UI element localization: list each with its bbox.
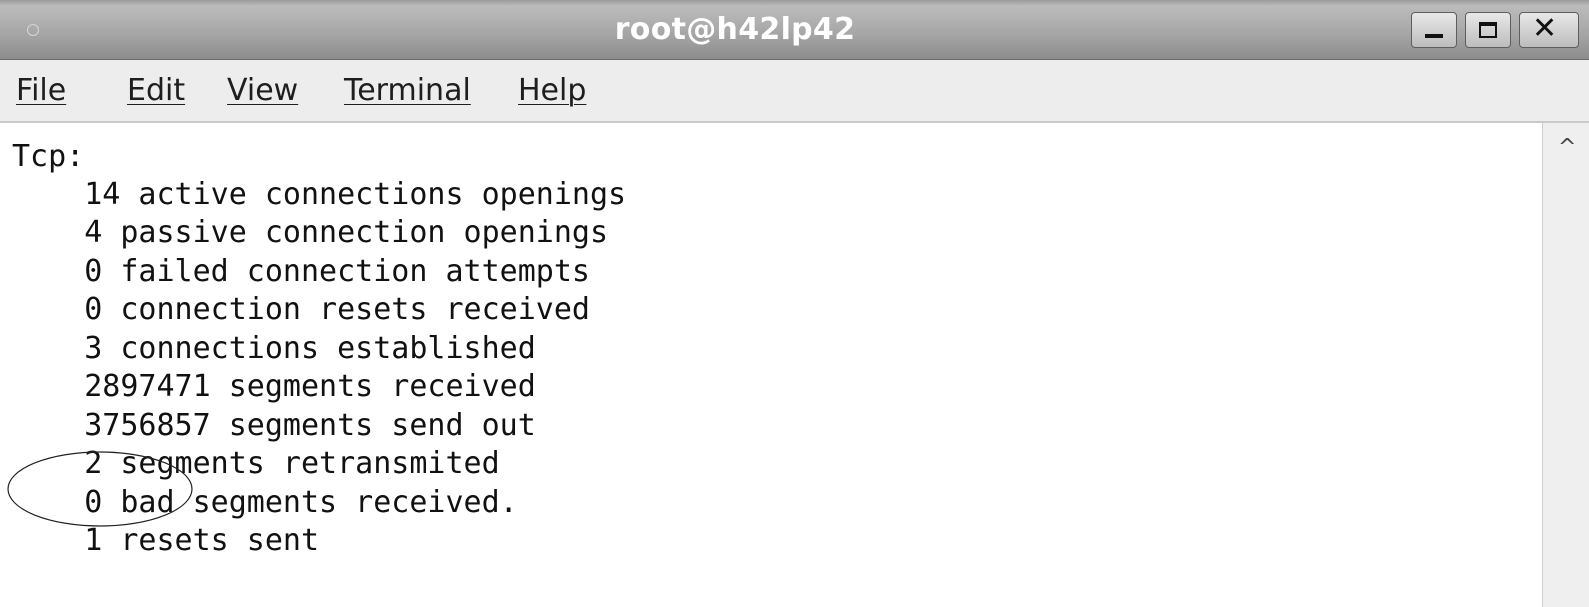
maximize-icon [1479, 22, 1497, 38]
window-title: root@h42lp42 [614, 12, 856, 47]
terminal-line: 1 resets sent [12, 523, 320, 558]
terminal-output[interactable]: Tcp: 14 active connections openings 4 pa… [0, 123, 1542, 607]
menu-file[interactable]: File [16, 60, 66, 122]
terminal-window: root@h42lp42 ✕ File Edit View Terminal H… [0, 0, 1589, 607]
title-bar[interactable]: root@h42lp42 ✕ [0, 0, 1589, 60]
minimize-icon [1425, 34, 1443, 38]
maximize-button[interactable] [1465, 12, 1511, 48]
close-button[interactable]: ✕ [1519, 11, 1579, 48]
vertical-scrollbar[interactable]: ^ [1542, 123, 1589, 607]
terminal-line: 14 active connections openings [12, 177, 627, 212]
terminal-line: 2897471 segments received [12, 369, 536, 404]
terminal-line: 3756857 segments send out [12, 408, 536, 443]
menu-bar: File Edit View Terminal Help [0, 60, 1589, 123]
terminal-line: 2 segments retransmited [12, 446, 500, 481]
menu-view[interactable]: View [227, 60, 298, 122]
terminal-line: 3 connections established [12, 331, 536, 366]
minimize-button[interactable] [1411, 12, 1457, 48]
close-icon: ✕ [1532, 11, 1558, 46]
terminal-line: 4 passive connection openings [12, 215, 609, 250]
menu-terminal[interactable]: Terminal [344, 60, 471, 122]
terminal-line: 0 bad segments received. [12, 485, 518, 520]
chevron-up-icon[interactable]: ^ [1558, 135, 1576, 160]
terminal-line: Tcp: [12, 139, 85, 174]
menu-edit[interactable]: Edit [127, 60, 185, 122]
terminal-line: 0 connection resets received [12, 292, 590, 327]
menu-help[interactable]: Help [518, 60, 586, 122]
terminal-line: 0 failed connection attempts [12, 254, 590, 289]
